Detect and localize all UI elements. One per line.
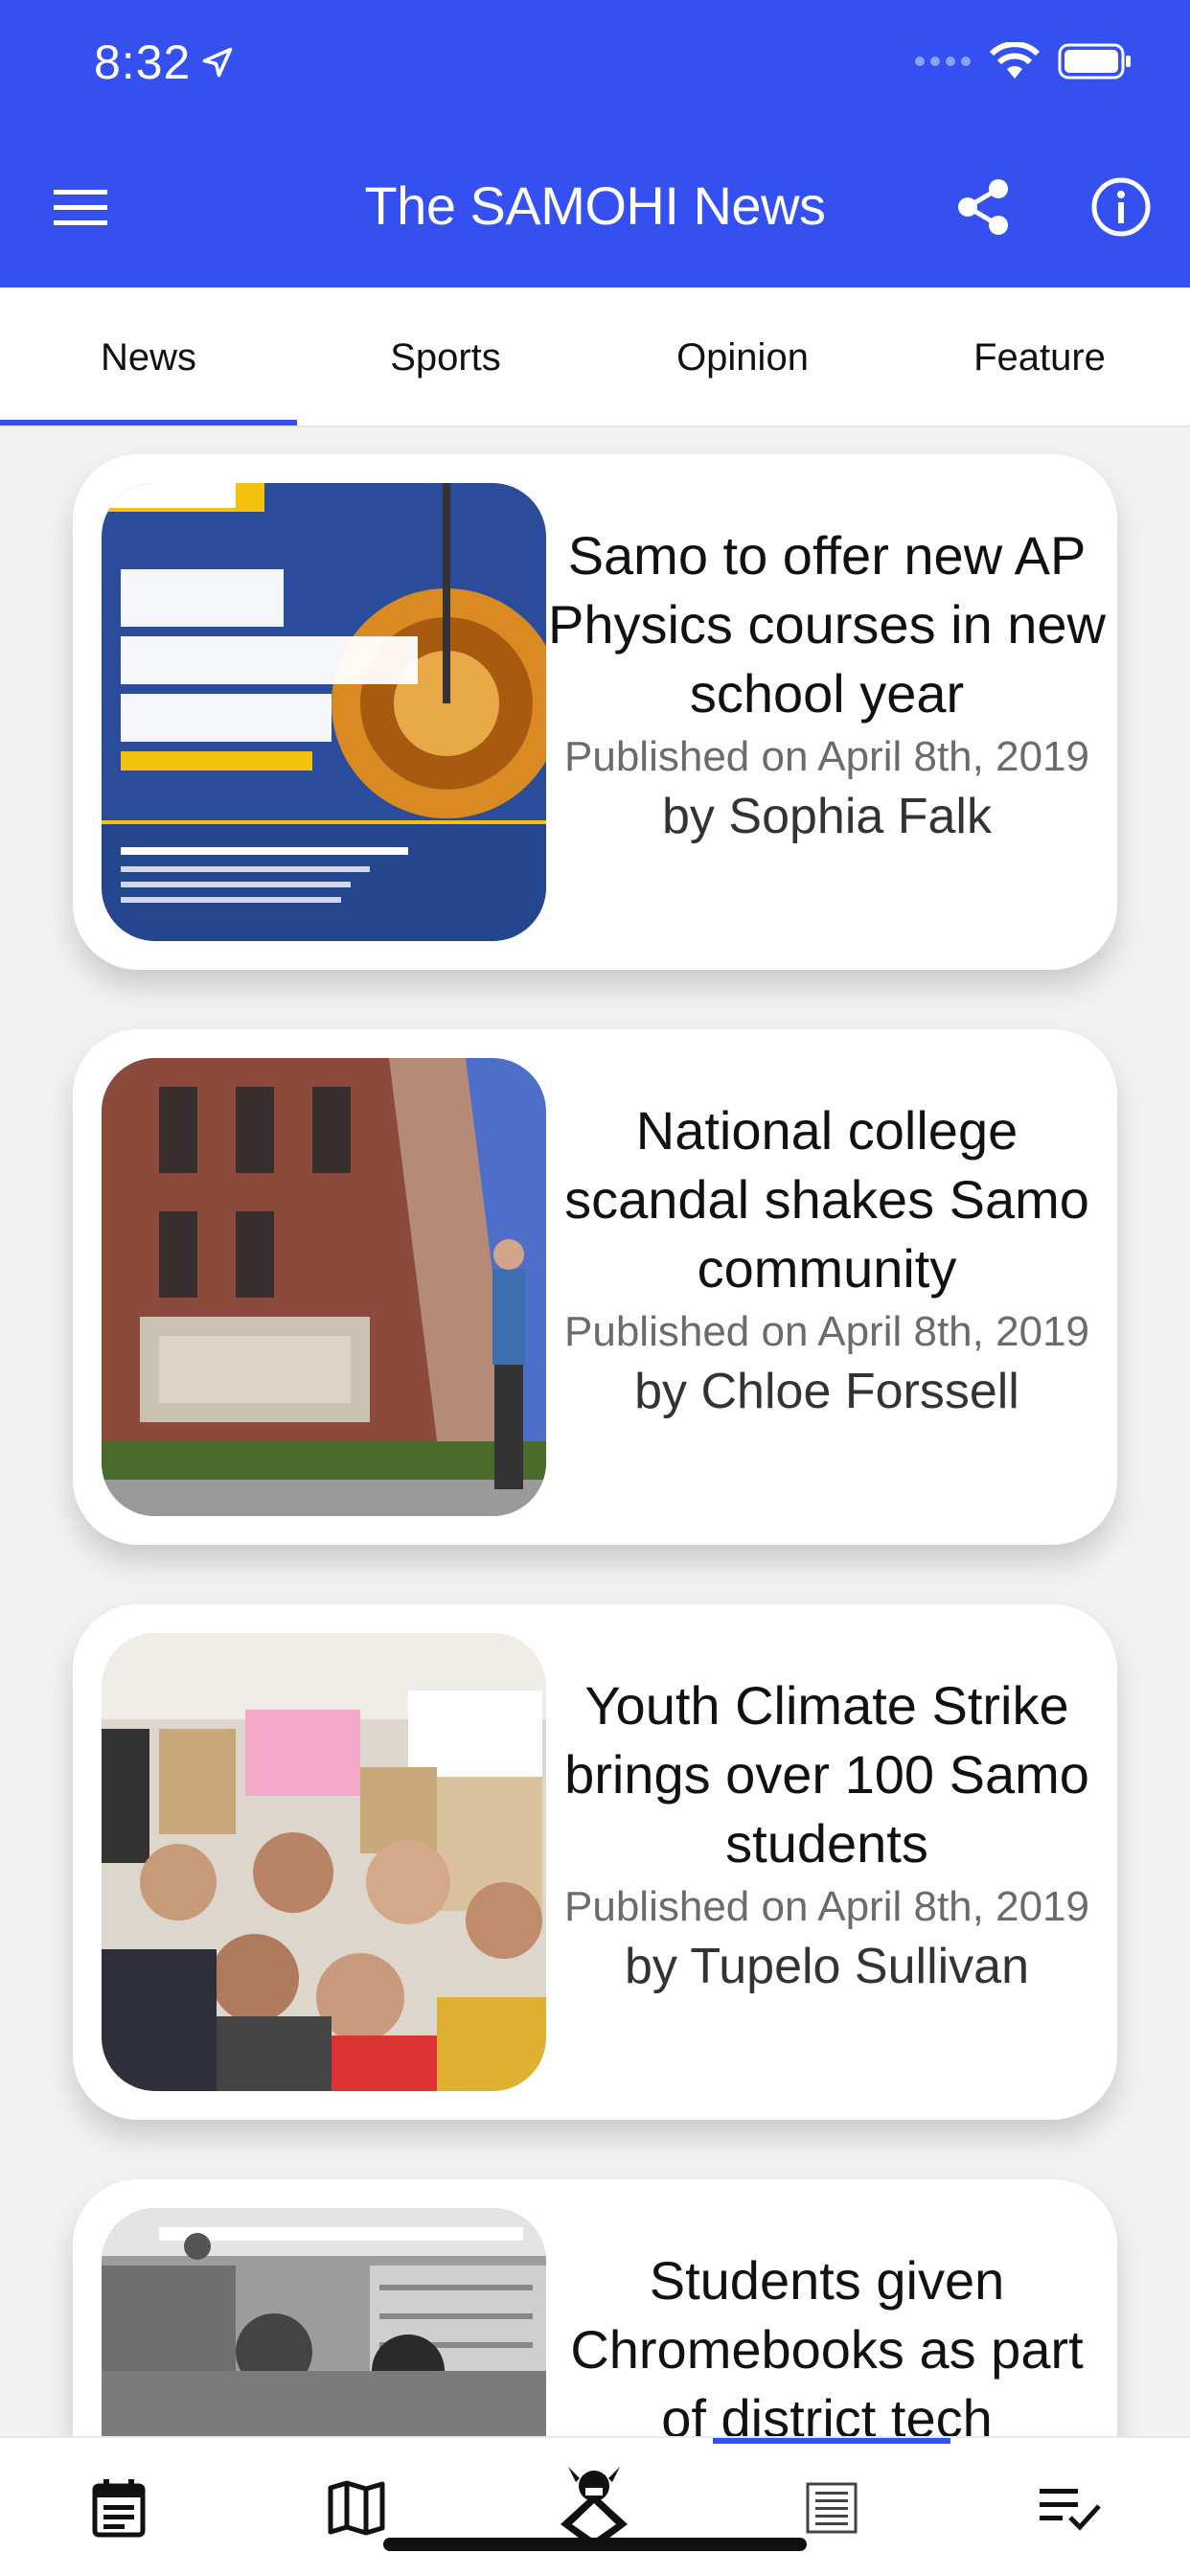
location-arrow-icon [203, 47, 233, 78]
article-text: National college scandal shakes Samo com… [546, 1096, 1108, 1422]
calendar-icon [92, 2479, 146, 2538]
info-button[interactable] [1083, 169, 1159, 245]
article-text: Students given Chromebooks as part of di… [546, 2246, 1108, 2436]
tab-news[interactable]: News [0, 288, 297, 427]
article-image [102, 1633, 546, 2091]
article-byline: by Chloe Forssell [634, 1364, 1019, 1419]
status-time-text: 8:32 [94, 35, 192, 89]
article-headline[interactable]: Youth Climate Strike brings over 100 Sam… [546, 1671, 1108, 1878]
bottom-nav [0, 2436, 1190, 2576]
app-bar: 8:32 The SAMOHI News [0, 0, 1190, 288]
share-button[interactable] [945, 169, 1021, 245]
article-feed[interactable]: Samo to offer new AP Physics courses in … [0, 427, 1190, 2436]
status-time: 8:32 [94, 34, 235, 90]
share-icon [958, 179, 1008, 235]
bottom-nav-articles[interactable] [713, 2438, 950, 2576]
article-text: Samo to offer new AP Physics courses in … [546, 521, 1108, 847]
info-icon [1091, 177, 1151, 237]
signal-dots-icon [915, 57, 971, 66]
playlist-check-icon [1040, 2489, 1101, 2531]
article-headline[interactable]: Samo to offer new AP Physics courses in … [546, 521, 1108, 728]
article-card[interactable]: National college scandal shakes Samo com… [73, 1029, 1117, 1545]
tab-sports[interactable]: Sports [297, 288, 594, 427]
home-indicator[interactable] [383, 2538, 807, 2551]
article-byline: by Tupelo Sullivan [624, 1939, 1030, 1994]
article-card[interactable]: Samo to offer new AP Physics courses in … [73, 454, 1117, 970]
article-byline: by Sophia Falk [662, 789, 992, 844]
bottom-nav-checklist[interactable] [950, 2438, 1188, 2576]
newspaper-icon [806, 2482, 858, 2534]
article-headline[interactable]: National college scandal shakes Samo com… [546, 1096, 1108, 1303]
article-date: Published on April 8th, 2019 [564, 733, 1089, 780]
map-icon [328, 2480, 385, 2536]
article-text: Youth Climate Strike brings over 100 Sam… [546, 1671, 1108, 1997]
battery-icon [1058, 43, 1131, 80]
article-date: Published on April 8th, 2019 [564, 1883, 1089, 1930]
bottom-nav-map[interactable] [238, 2438, 475, 2576]
article-date: Published on April 8th, 2019 [564, 1308, 1089, 1355]
status-indicators [914, 42, 1133, 80]
bottom-nav-calendar[interactable] [0, 2438, 238, 2576]
article-card[interactable]: Students given Chromebooks as part of di… [73, 2179, 1117, 2436]
tab-opinion[interactable]: Opinion [594, 288, 891, 427]
article-headline[interactable]: Students given Chromebooks as part of di… [546, 2246, 1108, 2436]
tab-selected-indicator [0, 420, 297, 426]
article-image [102, 483, 546, 941]
article-card[interactable]: Youth Climate Strike brings over 100 Sam… [73, 1604, 1117, 2120]
wifi-icon [989, 42, 1041, 79]
article-image [102, 2208, 546, 2436]
tab-feature[interactable]: Feature [891, 288, 1188, 427]
section-tabs: News Sports Opinion Feature [0, 288, 1190, 427]
bottom-nav-home[interactable] [475, 2438, 713, 2576]
article-image [102, 1058, 546, 1516]
